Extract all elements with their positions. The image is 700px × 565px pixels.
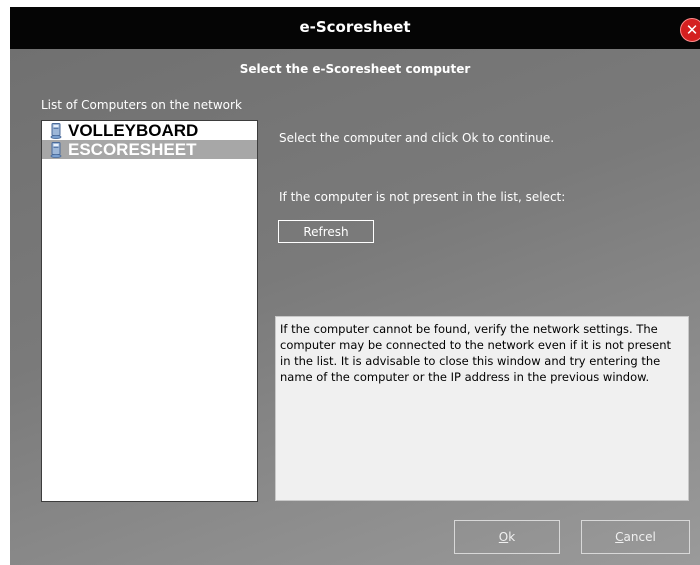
ok-mnemonic: O	[498, 530, 509, 544]
computer-list[interactable]: VOLLEYBOARD ESCORESHEET	[41, 120, 258, 502]
dialog-subtitle: Select the e-Scoresheet computer	[239, 62, 471, 76]
close-button[interactable]: ✕	[680, 18, 700, 42]
ok-button[interactable]: Ok	[454, 520, 560, 554]
cancel-mnemonic: C	[615, 530, 624, 544]
not-present-instruction: If the computer is not present in the li…	[279, 190, 566, 204]
ok-label: k	[508, 530, 516, 544]
cancel-button[interactable]: Cancel	[581, 520, 690, 554]
title-bar: e-Scoresheet ✕	[10, 7, 700, 49]
cancel-label: ancel	[623, 530, 656, 544]
close-icon: ✕	[685, 21, 699, 39]
computer-name: ESCORESHEET	[68, 140, 197, 159]
computer-list-label: List of Computers on the network	[41, 98, 242, 112]
escoresheet-dialog: e-Scoresheet ✕ Select the e-Scoresheet c…	[10, 7, 700, 565]
refresh-button[interactable]: Refresh	[278, 220, 374, 243]
select-instruction: Select the computer and click Ok to cont…	[279, 131, 555, 145]
list-item-volleyboard[interactable]: VOLLEYBOARD	[42, 121, 257, 140]
computer-icon	[50, 142, 62, 158]
computer-name: VOLLEYBOARD	[68, 121, 199, 140]
window-title: e-Scoresheet	[299, 18, 411, 36]
help-info-box: If the computer cannot be found, verify …	[275, 316, 689, 501]
list-item-escoresheet[interactable]: ESCORESHEET	[42, 140, 257, 159]
computer-icon	[50, 123, 62, 139]
